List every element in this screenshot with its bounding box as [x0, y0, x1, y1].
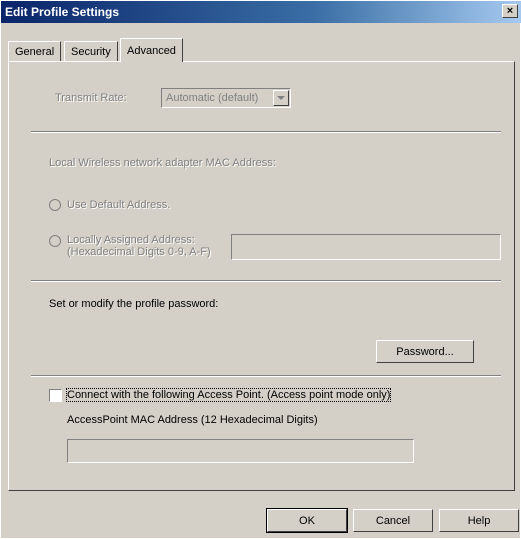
help-button-label: Help	[467, 514, 491, 527]
transmit-rate-select[interactable]: Automatic (default)	[161, 88, 291, 108]
advanced-panel	[8, 61, 515, 491]
cancel-button[interactable]: Cancel	[353, 509, 433, 532]
tab-general-label: General	[15, 45, 55, 58]
close-icon: ×	[506, 5, 514, 17]
separator-3	[31, 375, 501, 377]
separator-1	[31, 131, 501, 133]
use-default-address-radio[interactable]	[49, 199, 61, 211]
use-default-address-label: Use Default Address.	[67, 199, 171, 211]
mac-address-heading: Local Wireless network adapter MAC Addre…	[49, 157, 276, 169]
ap-mac-address-input[interactable]	[67, 439, 414, 463]
password-heading: Set or modify the profile password:	[49, 298, 219, 310]
window-title: Edit Profile Settings	[5, 5, 120, 19]
tab-advanced[interactable]: Advanced	[120, 38, 183, 62]
password-button[interactable]: Password...	[376, 340, 474, 363]
tab-security-label: Security	[71, 45, 111, 58]
transmit-rate-label: Transmit Rate:	[55, 92, 127, 104]
dialog-window: Edit Profile Settings × General Security…	[0, 0, 521, 539]
transmit-rate-value: Automatic (default)	[166, 92, 259, 104]
chevron-down-icon	[277, 96, 285, 100]
ok-button[interactable]: OK	[266, 508, 348, 533]
locally-assigned-label: Locally Assigned Address:	[67, 234, 195, 246]
tab-general[interactable]: General	[8, 41, 62, 61]
locally-assigned-hint: (Hexadecimal Digits 0-9, A-F)	[67, 246, 211, 258]
close-button[interactable]: ×	[502, 4, 518, 18]
tab-advanced-label: Advanced	[127, 44, 176, 57]
title-bar[interactable]: Edit Profile Settings ×	[1, 1, 521, 23]
connect-access-point-label[interactable]: Connect with the following Access Point.…	[65, 388, 392, 402]
password-button-label: Password...	[396, 345, 454, 358]
connect-access-point-checkbox[interactable]	[49, 389, 62, 402]
tab-security[interactable]: Security	[64, 41, 118, 61]
locally-assigned-address-input[interactable]	[231, 234, 501, 260]
separator-2	[31, 280, 501, 282]
locally-assigned-radio[interactable]	[49, 235, 61, 247]
cancel-button-label: Cancel	[375, 514, 411, 527]
ap-mac-address-label: AccessPoint MAC Address (12 Hexadecimal …	[67, 414, 318, 426]
help-button[interactable]: Help	[439, 509, 519, 532]
transmit-rate-dropdown-button[interactable]	[273, 90, 289, 106]
ok-button-label: OK	[299, 514, 315, 527]
